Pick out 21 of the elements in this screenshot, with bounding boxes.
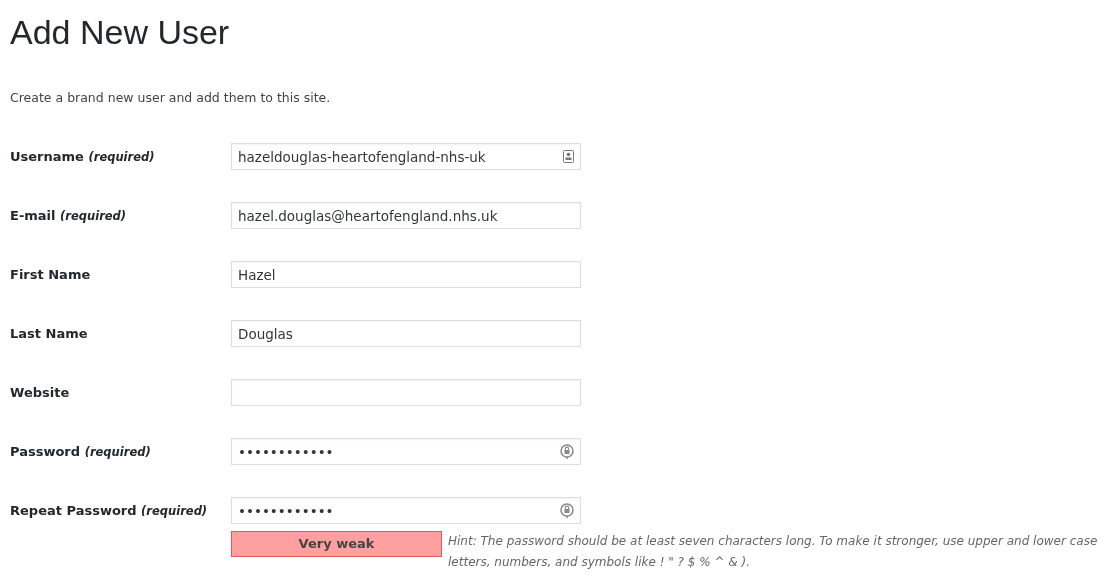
field-label: Username (required) — [10, 149, 155, 164]
password-strength-meter: Very weak — [231, 531, 442, 557]
field-label: Last Name — [10, 326, 88, 341]
lock-icon — [560, 503, 574, 518]
field-label: First Name — [10, 267, 91, 282]
input-field[interactable]: •••••••••••• — [231, 438, 581, 465]
lock-icon — [560, 444, 574, 459]
field-label: Repeat Password (required) — [10, 503, 208, 518]
page-title: Add New User — [10, 12, 231, 52]
page-description: Create a brand new user and add them to this site. — [10, 90, 332, 105]
input-field[interactable]: •••••••••••• — [231, 497, 581, 524]
input-field[interactable]: Hazel — [231, 261, 581, 288]
field-label: E-mail (required) — [10, 208, 127, 223]
input-field[interactable]: hazeldouglas-heartofengland-nhs-uk — [231, 143, 581, 170]
field-label: Password (required) — [10, 444, 151, 459]
input-field[interactable]: Douglas — [231, 320, 581, 347]
input-field[interactable] — [231, 379, 581, 406]
input-field[interactable]: hazel.douglas@heartofengland.nhs.uk — [231, 202, 581, 229]
contact-card-icon — [563, 150, 574, 163]
password-hint: Hint: The password should be at least seven characters long. To make it stronger, use upper and lower case letters, numbers, and symbols like ! " ? $ % ^ & ). — [448, 533, 1099, 571]
field-label: Website — [10, 385, 70, 400]
